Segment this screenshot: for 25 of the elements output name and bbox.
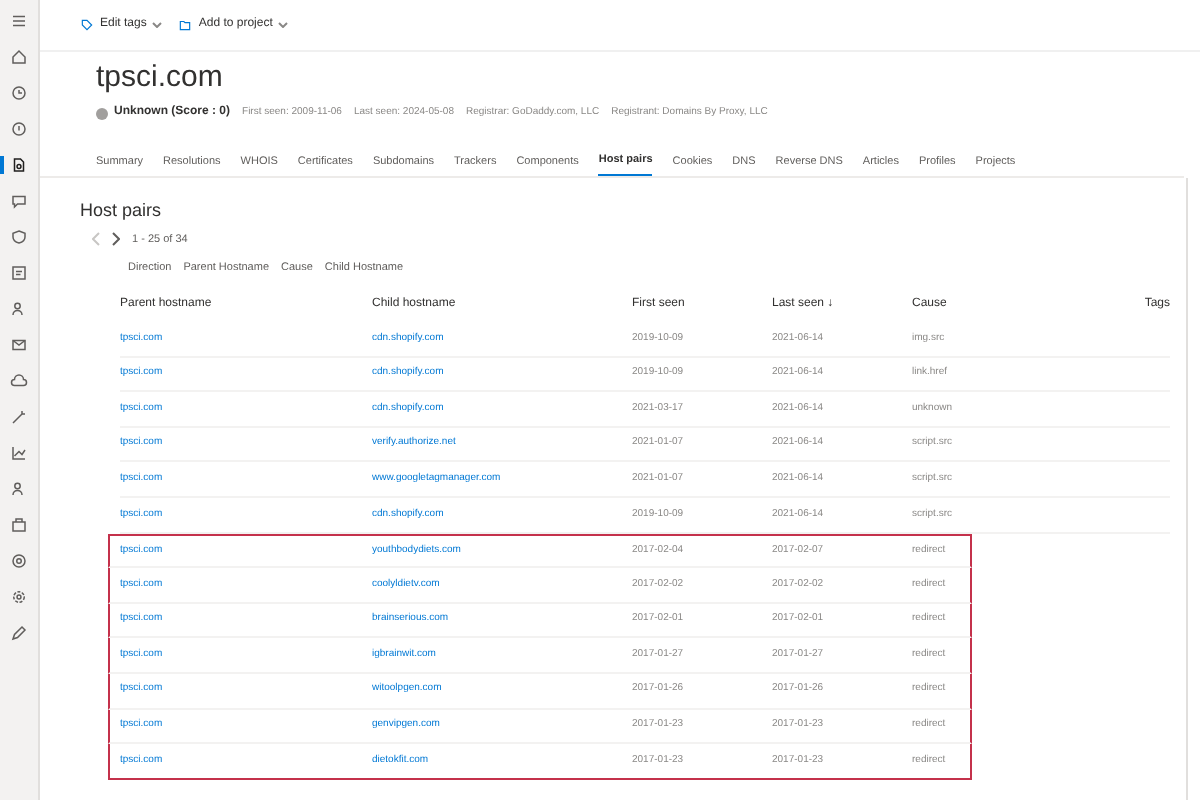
section-title: Host pairs	[80, 198, 164, 224]
pen-icon[interactable]	[10, 624, 28, 642]
chevron-down-icon	[152, 22, 163, 28]
cloud-icon[interactable]	[10, 372, 28, 390]
tag-icon	[80, 18, 94, 32]
chevron-down-icon	[278, 22, 289, 28]
page-title: tpsci.com	[96, 58, 225, 98]
next-page-icon[interactable]	[112, 232, 120, 247]
card-icon[interactable]	[10, 264, 28, 282]
people-icon[interactable]	[10, 480, 28, 498]
shield-icon[interactable]	[10, 228, 28, 246]
chart-icon[interactable]	[10, 444, 28, 462]
menu-icon[interactable]	[10, 12, 28, 30]
box-icon[interactable]	[10, 516, 28, 534]
people-icon[interactable]	[10, 300, 28, 318]
wand-icon[interactable]	[10, 408, 28, 426]
clock-icon[interactable]	[10, 84, 28, 102]
chat-icon[interactable]	[10, 192, 28, 210]
document-icon[interactable]	[10, 156, 28, 174]
settings-icon[interactable]	[10, 588, 28, 606]
alert-icon[interactable]	[10, 120, 28, 138]
mail-icon[interactable]	[10, 336, 28, 354]
home-icon[interactable]	[10, 48, 28, 66]
folder-icon	[178, 18, 193, 32]
target-icon[interactable]	[10, 552, 28, 570]
